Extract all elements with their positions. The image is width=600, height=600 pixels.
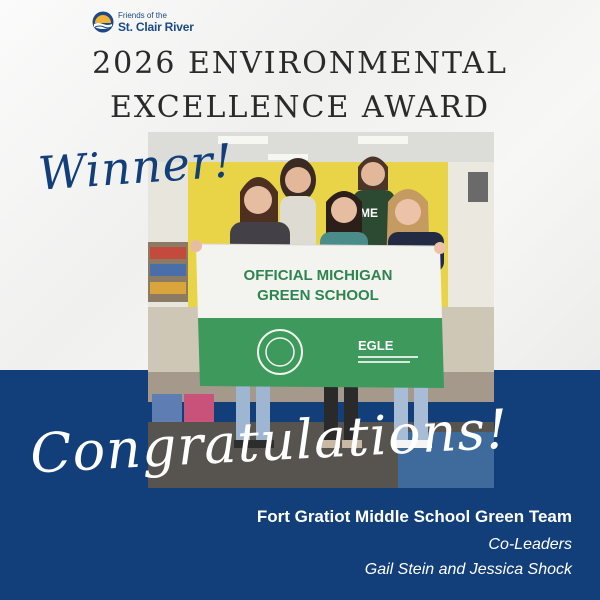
team-name: Fort Gratiot Middle School Green Team	[256, 507, 572, 526]
flag-text-line1: OFFICIAL MICHIGAN	[244, 267, 393, 284]
svg-text:ME: ME	[360, 206, 378, 220]
award-graphic: Friends of the St. Clair River 2026 ENVI…	[0, 0, 600, 600]
logo-text-line1: Friends of the	[118, 11, 167, 20]
award-title-line1: 2026 ENVIRONMENTAL	[92, 46, 508, 81]
co-leaders-label: Co-Leaders	[488, 536, 572, 553]
friends-of-st-clair-river-logo: Friends of the St. Clair River	[92, 10, 242, 36]
sun-over-water-icon	[92, 11, 114, 33]
egle-logo-text: EGLE	[358, 338, 394, 353]
green-school-flag: OFFICIAL MICHIGAN GREEN SCHOOL EGLE	[195, 243, 444, 388]
leaders-names: Gail Stein and Jessica Shock	[364, 561, 572, 578]
award-title-line2: EXCELLENCE AWARD	[109, 90, 491, 125]
logo-text-line2: St. Clair River	[118, 20, 194, 34]
flag-text-line2: GREEN SCHOOL	[257, 287, 379, 304]
